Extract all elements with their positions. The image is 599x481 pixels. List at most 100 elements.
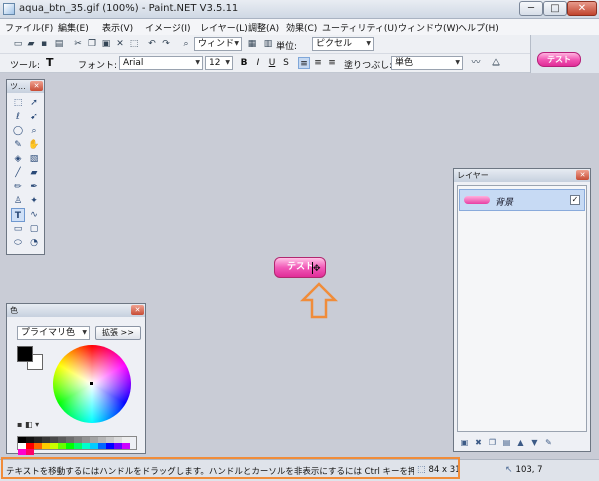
rectangle-icon[interactable]: ▭ [11, 222, 25, 236]
duplicate-layer-icon[interactable]: ❐ [487, 437, 498, 448]
merge-layer-icon[interactable]: ▤ [501, 437, 512, 448]
align-right-icon[interactable]: ≡ [326, 57, 338, 69]
palette-swatch[interactable] [50, 443, 58, 449]
palette-swatch[interactable] [114, 443, 122, 449]
move-layer-up-icon[interactable]: ▲ [515, 437, 526, 448]
crop-icon[interactable]: ✕ [114, 38, 126, 50]
save-icon[interactable]: ▪ [38, 38, 50, 50]
cut-icon[interactable]: ✂ [72, 38, 84, 50]
move-icon[interactable]: ➹ [27, 110, 41, 124]
delete-layer-icon[interactable]: ✖ [473, 437, 484, 448]
gradient-icon[interactable]: ▧ [27, 152, 41, 166]
color-picker-icon[interactable]: ✒ [27, 180, 41, 194]
text-tool-icon[interactable]: T [11, 208, 25, 222]
zoom-combo[interactable]: ウィンド ▼ [194, 37, 242, 51]
primary-color-swatch[interactable] [17, 346, 33, 362]
bold-button[interactable]: B [238, 57, 250, 69]
blend-mode-icon[interactable]: ⧋ [490, 57, 502, 69]
close-button[interactable]: ✕ [567, 1, 597, 16]
menu-adjust[interactable]: 調整(A) [248, 21, 279, 34]
menu-view[interactable]: 表示(V) [102, 21, 133, 34]
clone-stamp-icon[interactable]: ♙ [11, 194, 25, 208]
eraser-icon[interactable]: ▰ [27, 166, 41, 180]
ellipse-select-icon[interactable]: ◯ [11, 124, 25, 138]
units-combo[interactable]: ピクセル ▼ [312, 37, 374, 51]
pan-icon[interactable]: ✋ [27, 138, 41, 152]
font-combo[interactable]: Arial ▼ [119, 56, 203, 70]
move-handle-icon[interactable]: ✥ [313, 265, 321, 274]
menu-file[interactable]: ファイル(F) [5, 21, 53, 34]
menu-window[interactable]: ウィンドウ(W) [398, 21, 459, 34]
ruler-icon[interactable]: ▥ [262, 38, 274, 50]
new-icon[interactable]: ▭ [12, 38, 24, 50]
palette-swatch[interactable] [98, 443, 106, 449]
palette-menu-icon[interactable]: ▪ ◧ ▾ [17, 420, 39, 429]
close-icon[interactable]: ✕ [30, 81, 43, 91]
image-thumbnail-panel[interactable]: テスト [530, 35, 599, 73]
palette-swatch[interactable] [58, 443, 66, 449]
color-mode-combo[interactable]: プライマリ色 ▼ [17, 326, 90, 340]
color-wheel[interactable] [53, 345, 131, 423]
layer-properties-icon[interactable]: ✎ [543, 437, 554, 448]
open-icon[interactable]: ▰ [25, 38, 37, 50]
italic-button[interactable]: I [252, 57, 264, 69]
color-palette-strip[interactable] [17, 436, 137, 455]
add-layer-icon[interactable]: ▣ [459, 437, 470, 448]
palette-swatch[interactable] [106, 443, 114, 449]
grid-icon[interactable]: ▦ [246, 38, 258, 50]
rounded-rectangle-icon[interactable]: ▢ [27, 222, 41, 236]
paintbrush-icon[interactable]: ╱ [11, 166, 25, 180]
maximize-button[interactable]: □ [543, 1, 567, 16]
strikethrough-icon[interactable]: S [280, 57, 292, 69]
menu-image[interactable]: イメージ(I) [145, 21, 191, 34]
close-icon[interactable]: ✕ [576, 170, 589, 180]
paste-icon[interactable]: ▣ [100, 38, 112, 50]
redo-icon[interactable]: ↷ [160, 38, 172, 50]
text-tool-icon[interactable]: T [46, 56, 54, 69]
underline-button[interactable]: U [266, 57, 278, 69]
font-size-combo[interactable]: 12 ▼ [205, 56, 233, 70]
palette-swatch[interactable] [66, 443, 74, 449]
magic-wand-icon[interactable]: ✎ [11, 138, 25, 152]
minimize-button[interactable]: ─ [519, 1, 543, 16]
menu-utilities[interactable]: ユーティリティ(U) [322, 21, 398, 34]
lasso-icon[interactable]: ℓ [11, 110, 25, 124]
pencil-icon[interactable]: ✏ [11, 180, 25, 194]
ellipse-icon[interactable]: ⬭ [11, 236, 25, 250]
palette-swatch[interactable] [90, 443, 98, 449]
palette-swatch[interactable] [26, 449, 34, 455]
close-icon[interactable]: ✕ [131, 305, 144, 315]
palette-swatch[interactable] [122, 443, 130, 449]
copy-icon[interactable]: ❐ [86, 38, 98, 50]
menu-edit[interactable]: 編集(E) [58, 21, 89, 34]
zoom-icon[interactable]: ⌕ [180, 38, 192, 50]
align-center-icon[interactable]: ≡ [312, 57, 324, 69]
image-thumbnail[interactable]: テスト [537, 52, 581, 67]
zoom-tool-icon[interactable]: ⌕ [27, 124, 41, 138]
align-left-icon[interactable]: ≡ [298, 57, 310, 69]
recolor-icon[interactable]: ✦ [27, 194, 41, 208]
fill-combo[interactable]: 単色 ▼ [391, 56, 463, 70]
title-bar[interactable]: aqua_btn_35.gif (100%) - Paint.NET V3.5.… [0, 0, 599, 19]
palette-swatch[interactable] [34, 443, 42, 449]
palette-swatch[interactable] [82, 443, 90, 449]
antialias-icon[interactable]: 〰 [470, 57, 482, 69]
menu-effects[interactable]: 効果(C) [286, 21, 317, 34]
layer-visibility-checkbox[interactable]: ✓ [570, 195, 580, 205]
move-layer-down-icon[interactable]: ▼ [529, 437, 540, 448]
palette-swatch[interactable] [74, 443, 82, 449]
palette-swatch[interactable] [42, 443, 50, 449]
palette-swatch[interactable] [18, 449, 26, 455]
menu-help[interactable]: ヘルプ(H) [458, 21, 499, 34]
layer-item[interactable]: 背景 ✓ [459, 189, 585, 211]
print-icon[interactable]: ▤ [53, 38, 65, 50]
freeform-shape-icon[interactable]: ◔ [27, 236, 41, 250]
undo-icon[interactable]: ↶ [146, 38, 158, 50]
move-selection-icon[interactable]: ➚ [27, 96, 41, 110]
line-curve-icon[interactable]: ∿ [27, 208, 41, 222]
deselect-icon[interactable]: ⬚ [128, 38, 140, 50]
expand-button[interactable]: 拡張 >> [95, 326, 141, 340]
rectangle-select-icon[interactable]: ⬚ [11, 96, 25, 110]
paint-bucket-icon[interactable]: ◈ [11, 152, 25, 166]
menu-layer[interactable]: レイヤー(L) [200, 21, 248, 34]
